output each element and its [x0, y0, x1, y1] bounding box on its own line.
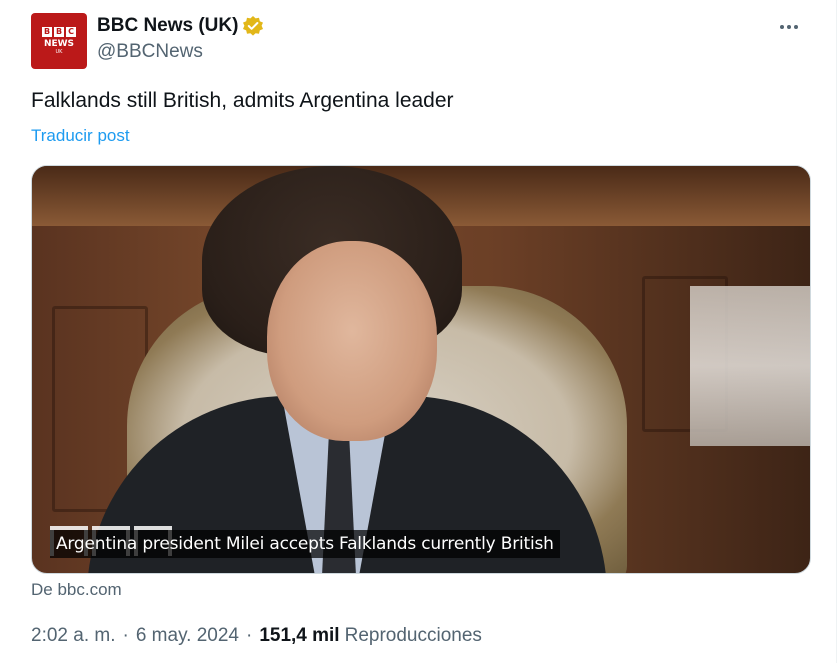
tweet-date[interactable]: 6 may. 2024	[136, 625, 239, 647]
tweet-metadata: 2:02 a. m. · 6 may. 2024 · 151,4 mil Rep…	[31, 625, 482, 647]
bbc-logo-block: B	[54, 26, 64, 37]
person-face	[267, 241, 437, 441]
card-source-link[interactable]: De bbc.com	[31, 580, 122, 600]
tweet-time[interactable]: 2:02 a. m.	[31, 625, 116, 647]
author-display-name[interactable]: BBC News (UK)	[97, 15, 238, 37]
author-handle[interactable]: @BBCNews	[97, 41, 264, 63]
bbc-logo: B B C	[42, 26, 76, 37]
avatar-uk-text: UK	[55, 48, 63, 55]
bbc-logo-block: C	[66, 26, 76, 37]
author-info: BBC News (UK) @BBCNews	[97, 15, 264, 63]
tweet-text: Falklands still British, admits Argentin…	[31, 89, 454, 112]
tweet-detail: B B C NEWS UK BBC News (UK) @BBCNews Fal…	[0, 0, 837, 663]
media-caption: Argentina president Milei accepts Falkla…	[50, 530, 560, 558]
dot	[787, 25, 791, 29]
bbc-logo-block: B	[42, 26, 52, 37]
views-label: Reproducciones	[344, 625, 482, 646]
media-card-image[interactable]: Argentina president Milei accepts Falkla…	[31, 165, 811, 574]
avatar[interactable]: B B C NEWS UK	[31, 13, 87, 69]
separator: ·	[122, 625, 129, 646]
more-options-icon[interactable]	[774, 17, 804, 37]
separator: ·	[245, 625, 253, 646]
tweet-header: B B C NEWS UK BBC News (UK) @BBCNews	[31, 13, 816, 69]
translate-post-link[interactable]: Traducir post	[31, 126, 130, 146]
verified-badge-icon[interactable]	[242, 15, 264, 37]
background-objects	[690, 286, 810, 446]
views-count: 151,4 mil	[259, 625, 340, 646]
dot	[794, 25, 798, 29]
dot	[780, 25, 784, 29]
avatar-news-text: NEWS	[43, 38, 75, 49]
